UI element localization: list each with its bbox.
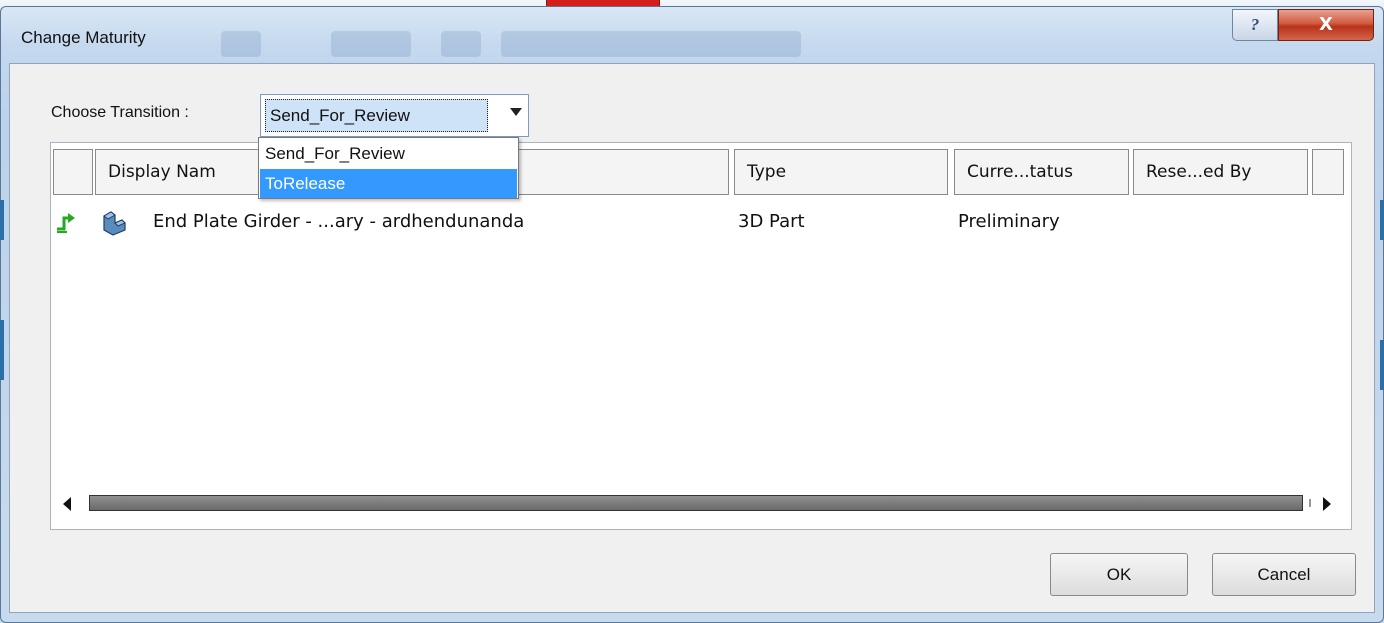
scrollbar-grip [1309,499,1311,507]
column-header-current-status[interactable]: Curre...tatus [954,149,1129,195]
background-window-edge [1380,340,1384,390]
dropdown-option-to-release[interactable]: ToRelease [260,169,517,198]
chevron-down-icon[interactable] [510,108,522,116]
row-current-status: Preliminary [958,211,1060,232]
column-header-extra[interactable] [1312,149,1344,195]
background-ghost-icon [331,31,411,57]
dialog-body: Choose Transition : Send_For_Review Disp… [9,63,1375,613]
column-header-status[interactable] [53,149,93,195]
ok-button[interactable]: OK [1050,553,1188,596]
column-header-type[interactable]: Type [734,149,948,195]
change-maturity-dialog: Change Maturity ? X Choose Transition : … [0,6,1384,623]
background-window-edge [1380,200,1384,240]
table-row[interactable]: End Plate Girder - ...ary - ardhendunand… [51,205,1351,241]
scroll-left-icon[interactable] [63,497,71,511]
scrollbar-thumb[interactable] [89,495,1303,511]
row-display-name: End Plate Girder - ...ary - ardhendunand… [153,211,525,232]
help-button[interactable]: ? [1232,9,1278,41]
help-icon: ? [1250,15,1260,34]
background-ghost-icon [221,31,261,57]
background-ghost-icon [441,31,481,57]
close-button[interactable]: X [1278,9,1374,41]
close-icon: X [1319,14,1333,35]
scroll-right-icon[interactable] [1323,497,1331,511]
choose-transition-label: Choose Transition : [51,104,189,121]
3d-part-icon [103,211,126,236]
dialog-title: Change Maturity [21,28,146,47]
transition-dropdown-list: Send_For_Review ToRelease [258,137,519,199]
title-bar[interactable]: Change Maturity ? X [1,7,1383,59]
background-ghost-icon [501,31,801,57]
background-window-edge [0,320,4,380]
column-header-reserved-by[interactable]: Rese...ed By [1133,149,1308,195]
transition-arrow-icon [57,213,75,233]
transition-combobox[interactable]: Send_For_Review [260,94,529,137]
horizontal-scrollbar[interactable] [51,489,1351,519]
dropdown-option-send-for-review[interactable]: Send_For_Review [260,139,517,168]
objects-table: Display Nam Type Curre...tatus Rese...ed… [50,142,1352,530]
background-window-edge [0,200,4,240]
row-type: 3D Part [738,211,805,232]
transition-selected-value[interactable]: Send_For_Review [265,99,488,132]
cancel-button[interactable]: Cancel [1212,553,1356,596]
